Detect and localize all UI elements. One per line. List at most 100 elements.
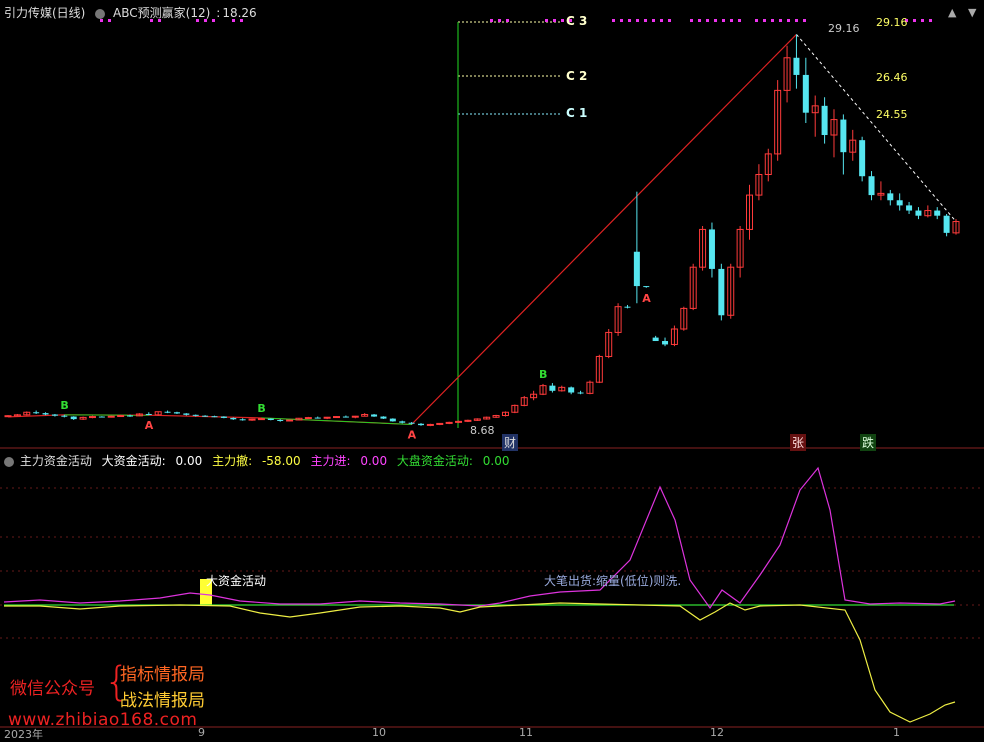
level-c2-value: 26.46	[876, 71, 908, 84]
candle-body-down	[268, 419, 274, 420]
big-label: 大资金活动:	[102, 454, 166, 468]
candle-body-down	[934, 211, 940, 216]
candle-body-down	[33, 412, 39, 413]
dot-marker	[787, 19, 790, 22]
candle-body-down	[549, 386, 555, 391]
dot-marker	[913, 19, 916, 22]
candle-body-down	[165, 412, 171, 413]
candle-body-down	[277, 420, 283, 421]
candle-body-down	[343, 417, 349, 418]
dot-marker	[490, 19, 493, 22]
signal-label: B	[60, 399, 68, 412]
dot-marker	[738, 19, 741, 22]
chart-canvas[interactable]: BABABA	[0, 0, 984, 736]
sell-label: 主力撤:	[212, 454, 252, 468]
watermark-line2: 战法情报局	[120, 686, 205, 711]
candle-body-down	[634, 252, 640, 286]
event-marker-limit-up[interactable]: 张	[790, 434, 806, 451]
dot-marker	[612, 19, 615, 22]
level-c3-label: C 3	[566, 14, 587, 28]
candle-body-up	[305, 418, 311, 419]
candle-body-up	[89, 417, 95, 418]
dot-marker	[803, 19, 806, 22]
candle-body-down	[568, 387, 574, 392]
candle-body-down	[390, 419, 396, 422]
candle-body-down	[906, 205, 912, 210]
indicator-value: 18.26	[222, 6, 256, 20]
scroll-up-icon[interactable]: ▲	[948, 6, 956, 19]
candle-body-down	[409, 423, 415, 424]
buy-value: 0.00	[360, 454, 387, 468]
candle-body-up	[334, 417, 340, 418]
sell-value: -58.00	[262, 454, 301, 468]
candle-body-up	[118, 416, 124, 417]
signal-label: B	[257, 402, 265, 415]
x-axis-label: 12	[710, 726, 724, 739]
x-axis-label: 11	[519, 726, 533, 739]
dot-marker	[714, 19, 717, 22]
candle-body-down	[803, 75, 809, 113]
chart-window[interactable]: BABABA 引力传媒(日线) ABC预测赢家(12):18.26 ▲ ▼ 主力…	[0, 0, 984, 736]
candle-body-down	[371, 414, 377, 416]
candle-body-down	[211, 416, 217, 417]
candle-body-up	[249, 419, 255, 420]
candle-body-down	[578, 393, 584, 394]
event-marker-earnings[interactable]: 财	[502, 434, 518, 451]
high-price-label: 29.16	[828, 22, 860, 35]
candle-body-down	[146, 414, 152, 415]
candle-body-down	[193, 415, 199, 416]
dot-marker	[722, 19, 725, 22]
candle-body-down	[944, 216, 950, 233]
indicator-name[interactable]: ABC预测赢家(12)	[113, 6, 210, 20]
dot-marker	[652, 19, 655, 22]
dot-marker	[706, 19, 709, 22]
decline-trendline	[796, 34, 956, 221]
stock-name[interactable]: 引力传媒(日线)	[4, 6, 85, 20]
dot-marker	[755, 19, 758, 22]
collapse-icon[interactable]	[4, 457, 14, 467]
watermark-line1: 指标情报局	[120, 660, 205, 685]
candle-body-down	[709, 229, 715, 268]
candle-body-down	[718, 269, 724, 315]
level-c1-label: C 1	[566, 106, 587, 120]
candle-body-up	[427, 424, 433, 425]
big-value: 0.00	[176, 454, 203, 468]
level-c2-label: C 2	[566, 69, 587, 83]
candle-body-up	[324, 417, 330, 418]
candle-body-down	[380, 417, 386, 419]
dot-marker	[636, 19, 639, 22]
dot-marker	[506, 19, 509, 22]
signal-label: A	[145, 419, 154, 432]
candle-body-down	[822, 106, 828, 135]
dot-marker	[561, 19, 564, 22]
sub-title[interactable]: 主力资金活动	[20, 454, 92, 468]
candle-body-down	[653, 338, 659, 341]
candle-body-up	[352, 416, 358, 417]
candle-body-up	[258, 419, 264, 420]
big-fund-annotation: 大资金活动	[206, 572, 266, 589]
candle-body-down	[840, 120, 846, 153]
scroll-down-icon[interactable]: ▼	[968, 6, 976, 19]
dot-marker	[921, 19, 924, 22]
x-axis-label: 1	[893, 726, 900, 739]
candle-body-down	[869, 176, 875, 195]
candle-body-down	[174, 412, 180, 413]
event-marker-limit-down[interactable]: 跌	[860, 434, 876, 451]
dot-marker	[620, 19, 623, 22]
dot-marker	[698, 19, 701, 22]
collapse-icon[interactable]	[95, 9, 105, 19]
candle-body-down	[52, 414, 58, 415]
level-c1-value: 24.55	[876, 108, 908, 121]
dot-marker	[498, 19, 501, 22]
candle-body-down	[240, 419, 246, 420]
candle-body-up	[108, 416, 114, 417]
dot-marker	[553, 19, 556, 22]
candle-body-down	[99, 417, 105, 418]
wave-segment	[261, 418, 411, 425]
dot-marker	[730, 19, 733, 22]
market-label: 大盘资金活动:	[397, 454, 473, 468]
candle-body-down	[643, 286, 649, 287]
distribution-annotation: 大笔出货:缩量(低位)则洗.	[544, 572, 681, 589]
zigzag-line	[8, 34, 796, 424]
wechat-label: 微信公众号	[10, 674, 95, 699]
